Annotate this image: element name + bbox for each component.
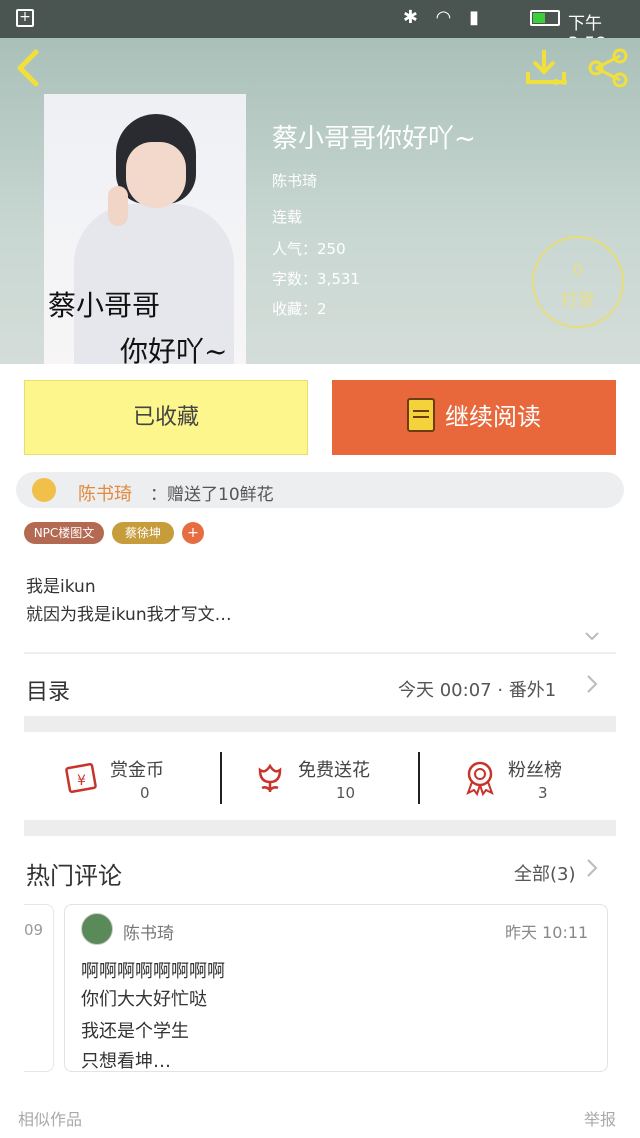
tag-npc[interactable]: NPC楼图文 (24, 522, 104, 544)
red-envelope-icon: ¥ (64, 760, 100, 796)
separator (418, 752, 420, 804)
add-tag-button[interactable]: + (182, 522, 204, 544)
cover-title-line2: 你好吖~ (120, 335, 228, 364)
award-ribbon-icon (462, 760, 498, 797)
tag-cxk[interactable]: 蔡徐坤 (112, 522, 174, 544)
back-button[interactable] (14, 48, 44, 88)
popularity-value: 250 (317, 240, 346, 258)
intro-line2: 就因为我是ikun我才写文… (26, 605, 232, 625)
continue-reading-label: 继续阅读 (445, 403, 541, 431)
share-button[interactable] (586, 48, 630, 88)
status-bar: + ✱ ◠ ▮ 下午3:58 (0, 0, 640, 54)
divider (24, 652, 616, 654)
favorites-stat: 收藏：2 (272, 298, 327, 319)
expand-intro-chevron-icon[interactable] (584, 628, 600, 644)
cover-figure-hand (108, 186, 128, 226)
book-icon (407, 398, 435, 432)
gift-text: ：赠送了10鲜花 (150, 485, 274, 505)
reward-coins-count: 0 (140, 784, 150, 802)
tip-count: 0 (572, 260, 584, 279)
favorites-label: 收藏： (272, 300, 318, 318)
free-flowers-count: 10 (336, 784, 356, 802)
chevron-left-icon (17, 49, 39, 87)
word-count-stat: 字数：3,531 (272, 268, 360, 289)
hot-comments-title: 热门评论 (26, 862, 122, 890)
collected-button[interactable]: 已收藏 (24, 380, 308, 455)
chevron-right-icon (586, 674, 598, 700)
separator (220, 752, 222, 804)
report-link[interactable]: 举报 (584, 1106, 616, 1130)
fan-ranking-count: 3 (538, 784, 548, 802)
all-comments-link[interactable]: 全部(3) (514, 860, 576, 886)
download-icon (526, 50, 567, 85)
tip-button[interactable]: 0 打赏 (532, 236, 624, 328)
reward-coins-label: 赏金币 (110, 760, 164, 781)
download-button[interactable] (524, 46, 570, 90)
battery-icon (530, 10, 560, 26)
section-separator (24, 716, 616, 732)
share-icon (588, 48, 628, 88)
signal-icons: ✱ ◠ ▮ (402, 7, 485, 28)
cover-title-line1: 蔡小哥哥 (48, 289, 161, 322)
comment-card[interactable]: 陈书琦 昨天 10:11 啊啊啊啊啊啊啊啊 你们大大好忙哒 我还是个学生 只想看… (64, 904, 608, 1072)
author-name[interactable]: 陈书琦 (272, 170, 317, 191)
popularity-stat: 人气：250 (272, 238, 346, 259)
gift-banner[interactable]: 陈书琦 ：赠送了10鲜花 (16, 472, 624, 508)
chevron-right-icon[interactable] (586, 858, 598, 884)
previous-comment-card[interactable]: 09 (24, 904, 54, 1072)
word-count-value: 3,531 (317, 270, 360, 288)
comment-text-line: 只想看坤… (81, 1051, 171, 1072)
comment-timestamp: 昨天 10:11 (505, 923, 589, 942)
notification-icon: + (16, 9, 34, 27)
previous-comment-fragment: 09 (24, 921, 44, 939)
free-flowers-label: 免费送花 (298, 760, 370, 781)
similar-works-link[interactable]: 相似作品 (18, 1106, 82, 1130)
popularity-label: 人气： (272, 240, 318, 258)
word-count-label: 字数： (272, 270, 318, 288)
toc-latest-chapter: 今天 00:07 · 番外1 (398, 680, 557, 701)
avatar[interactable] (81, 913, 113, 945)
continue-reading-button[interactable]: 继续阅读 (332, 380, 616, 455)
serial-status: 连载 (272, 208, 303, 226)
flower-icon (252, 760, 288, 796)
comment-text-line: 你们大大好忙哒 (81, 989, 207, 1010)
gift-sender[interactable]: 陈书琦 (78, 480, 132, 506)
fan-ranking-label: 粉丝榜 (508, 760, 562, 781)
intro-line1: 我是ikun (26, 577, 96, 597)
comment-text-line: 啊啊啊啊啊啊啊啊 (81, 961, 225, 982)
favorites-value: 2 (317, 300, 327, 318)
tip-label: 打赏 (561, 291, 595, 311)
toc-label: 目录 (26, 680, 71, 705)
comment-text-line: 我还是个学生 (81, 1021, 189, 1042)
section-separator (24, 820, 616, 836)
book-cover-image[interactable]: 蔡小哥哥 你好吖~ (44, 94, 246, 364)
comment-username[interactable]: 陈书琦 (123, 919, 174, 944)
svg-text:¥: ¥ (77, 773, 86, 789)
book-title: 蔡小哥哥你好吖~ (272, 124, 476, 154)
cover-figure-face (126, 142, 186, 208)
megaphone-icon (32, 478, 56, 502)
